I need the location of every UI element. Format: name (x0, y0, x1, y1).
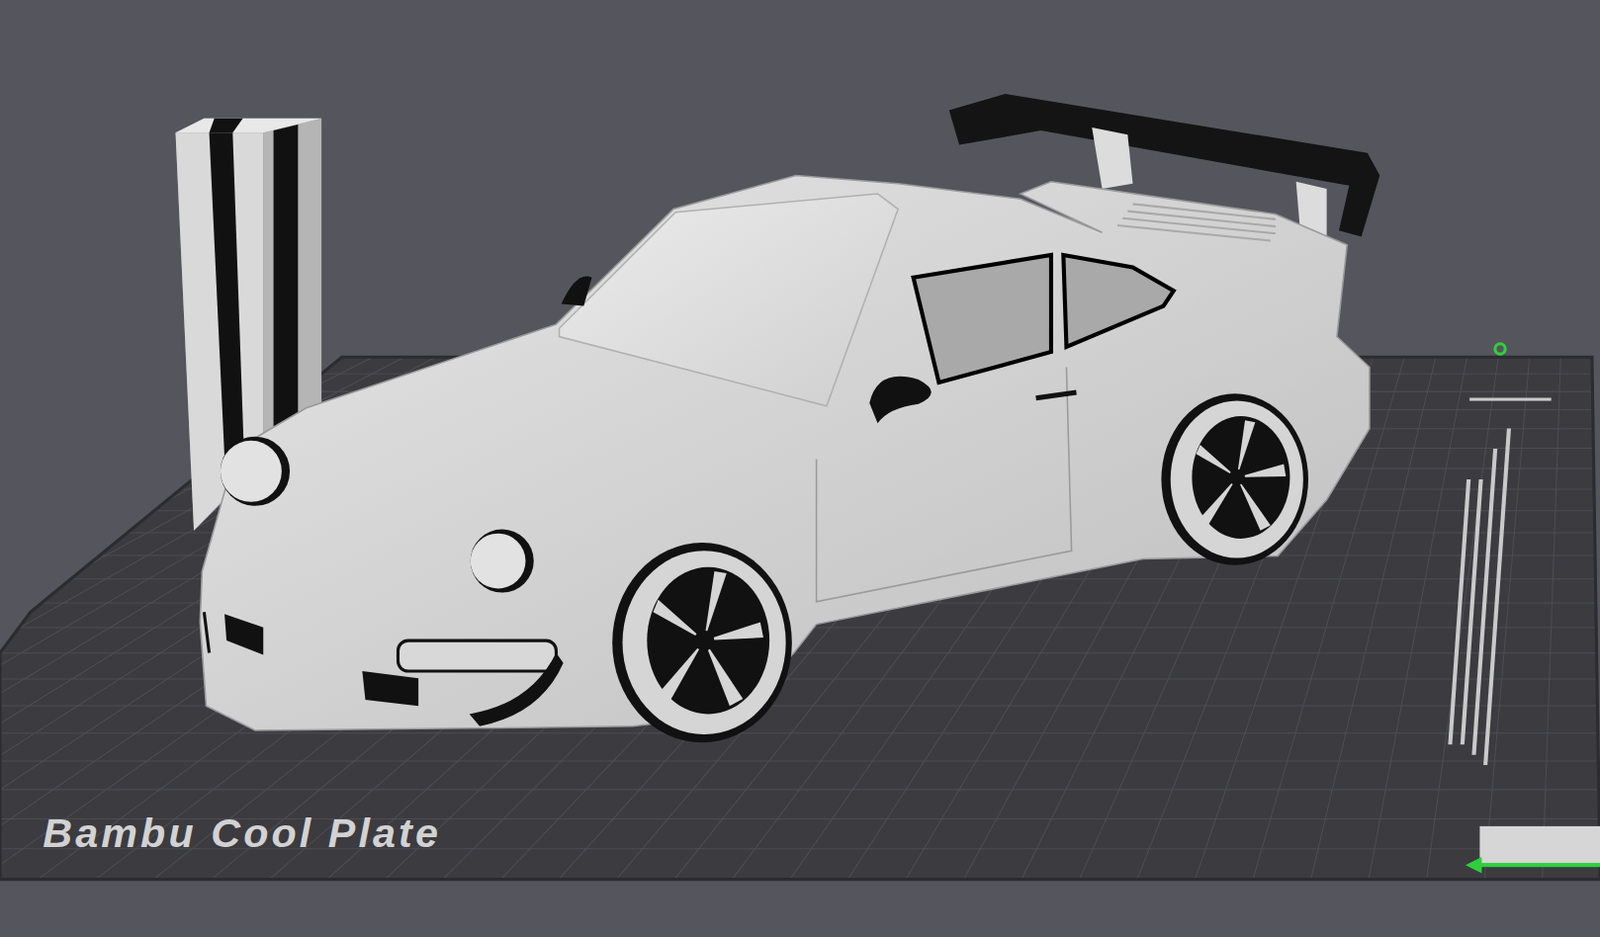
car-model[interactable] (199, 93, 1380, 743)
plate-markings (1447, 397, 1600, 866)
scene-canvas[interactable]: Bambu Cool Plate (0, 0, 1600, 937)
front-wheel (612, 542, 793, 743)
viewport[interactable]: Bambu Cool Plate (0, 0, 1600, 937)
origin-icon (1495, 344, 1506, 355)
x-axis-icon (1469, 863, 1600, 868)
plate-label: Bambu Cool Plate (42, 810, 442, 857)
rear-wheel (1160, 393, 1309, 565)
